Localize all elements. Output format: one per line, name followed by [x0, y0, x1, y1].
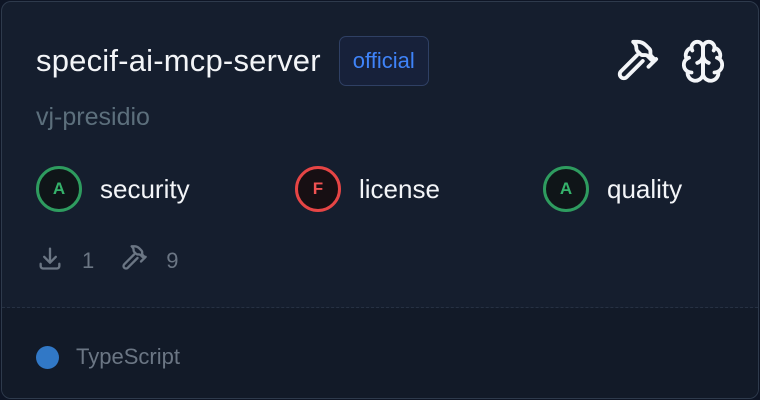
grade-badge: F	[295, 166, 341, 212]
header-icons	[614, 36, 726, 86]
hammer-icon	[120, 244, 148, 278]
tools-count: 9	[166, 248, 179, 273]
download-icon	[36, 244, 64, 278]
server-card[interactable]: specif-ai-mcp-server official vj-presidi…	[1, 1, 759, 399]
downloads-stat: 1	[36, 244, 94, 278]
downloads-count: 1	[82, 248, 95, 273]
language-name: TypeScript	[76, 344, 180, 369]
score-quality[interactable]: A quality	[543, 166, 682, 212]
official-badge: official	[338, 36, 429, 86]
score-license[interactable]: F license	[295, 166, 440, 212]
author-name[interactable]: vj-presidio	[36, 103, 150, 132]
language-indicator: TypeScript	[36, 343, 180, 371]
score-security[interactable]: A security	[36, 166, 190, 212]
hammer-icon[interactable]	[614, 38, 660, 84]
score-label: license	[359, 173, 440, 204]
score-label: security	[100, 173, 190, 204]
grade-badge: A	[543, 166, 589, 212]
tools-stat: 9	[120, 244, 179, 278]
score-label: quality	[607, 173, 683, 204]
brain-icon[interactable]	[680, 38, 726, 84]
title-row: specif-ai-mcp-server official	[36, 36, 429, 86]
stats-row: 1 9	[36, 245, 179, 277]
server-name[interactable]: specif-ai-mcp-server	[36, 43, 321, 79]
language-color-dot	[36, 345, 59, 369]
grade-badge: A	[36, 166, 82, 212]
score-row: A security F license A quality	[36, 166, 716, 212]
